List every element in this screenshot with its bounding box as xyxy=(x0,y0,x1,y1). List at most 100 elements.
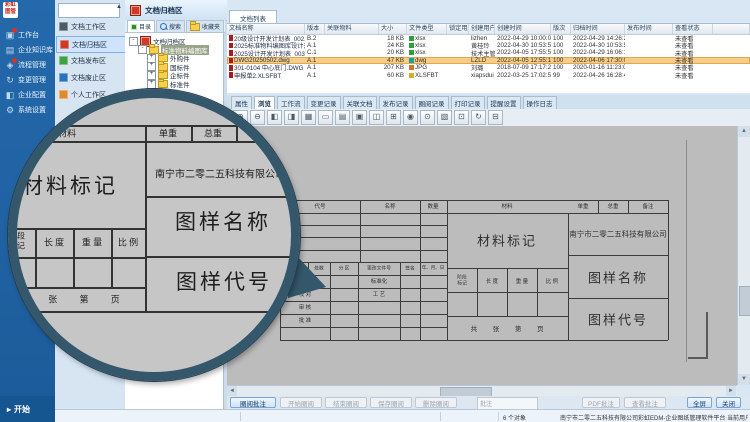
column-header-type[interactable]: 文件类型 xyxy=(407,24,447,34)
change-col-sign: 签名 xyxy=(405,265,415,272)
layers-icon[interactable]: ▤ xyxy=(335,110,350,125)
tree-node[interactable]: +标准件 xyxy=(147,80,190,88)
tree-tab-目录[interactable]: 目录 xyxy=(127,20,155,32)
cell-archived: 2022-04-29 14:26:29 xyxy=(571,35,625,42)
file-type-icon xyxy=(409,43,414,48)
tab-变更记录[interactable]: 变更记录 xyxy=(307,96,341,109)
sidebar-item-label: 企业知识库 xyxy=(18,45,53,55)
scroll-down-icon[interactable]: ▼ xyxy=(738,374,750,385)
button-关闭[interactable]: 关闭 xyxy=(716,397,741,408)
sidebar-item-3[interactable]: ◈流程管理 xyxy=(5,58,55,71)
grid-line xyxy=(280,314,447,315)
workspace-item-icon xyxy=(59,22,68,31)
cell-version: A.1 xyxy=(305,42,325,49)
parts-col-code: 代号 xyxy=(314,202,325,210)
grid-line xyxy=(447,200,448,340)
button-圈阅批注[interactable]: 圈阅批注 xyxy=(230,397,276,408)
drawing-canvas[interactable]: 代号 名称 数量 材料 单重 总重 备注 处数 分 区 更改文件号 签名 年、月… xyxy=(227,126,737,385)
tab-圈阅记录[interactable]: 圈阅记录 xyxy=(415,96,449,109)
expander-icon[interactable]: - xyxy=(129,37,138,46)
dim-weight: 重 量 xyxy=(516,277,528,285)
cell-type: xlsx xyxy=(407,42,447,49)
scroll-up-icon[interactable]: ▲ xyxy=(738,126,750,137)
workspace-item-icon xyxy=(59,73,68,82)
grid-line xyxy=(360,200,361,262)
tab-document-list[interactable]: 文档列表 xyxy=(229,10,277,24)
sort-arrow-icon[interactable]: ▲ xyxy=(116,4,122,10)
button-全屏[interactable]: 全屏 xyxy=(687,397,712,408)
column-header-published[interactable]: 发布时间 xyxy=(625,24,673,34)
grid-line xyxy=(477,268,478,316)
workspace-item-2[interactable]: 文档归档区 xyxy=(56,36,128,53)
sidebar-item-2[interactable]: ▤企业知识库 xyxy=(5,43,55,56)
image-icon[interactable]: ▣ xyxy=(352,110,367,125)
start-button[interactable]: ▸ 开始 xyxy=(0,396,62,422)
grid-line xyxy=(280,213,668,214)
cell-archived: 2022-04-29 16:06:16 xyxy=(571,49,625,56)
vertical-scrollbar[interactable]: ▲ ▼ xyxy=(737,126,750,385)
column-header-name[interactable]: 文档名称 xyxy=(227,24,305,34)
hatch-icon[interactable]: ▧ xyxy=(437,110,452,125)
tab-操作日志[interactable]: 操作日志 xyxy=(523,96,557,109)
column-header-version[interactable]: 版本 xyxy=(305,24,325,34)
grid-line xyxy=(358,262,359,340)
column-header-view-status[interactable]: 查看状态 xyxy=(673,24,713,34)
locate-icon[interactable]: ⊙ xyxy=(420,110,435,125)
workspace-item-3[interactable]: 文档发布区 xyxy=(56,53,126,68)
workspace-search-input[interactable] xyxy=(58,3,120,18)
column-header-filler xyxy=(713,24,750,34)
column-header-creator[interactable]: 创建用户 xyxy=(469,24,495,34)
sidebar-item-1[interactable]: ▣工作台 xyxy=(5,28,55,41)
tree-tab-label: 收藏夹 xyxy=(202,22,220,31)
cell-name: 申报单2.XLSFBT xyxy=(227,71,305,80)
workspace-item-icon xyxy=(60,40,69,49)
compare-icon[interactable]: ◫ xyxy=(369,110,384,125)
tab-关联文档[interactable]: 关联文档 xyxy=(343,96,377,109)
tab-发布记录[interactable]: 发布记录 xyxy=(379,96,413,109)
table-row[interactable]: 申报单2.XLSFBTA.160 KBXLSFBTxiapsdui2022-03… xyxy=(227,72,750,79)
expander-icon[interactable]: - xyxy=(138,45,147,54)
column-header-lock-user[interactable]: 锁定用户 xyxy=(447,24,469,34)
tab-提醒设置[interactable]: 提醒设置 xyxy=(487,96,521,109)
column-header-size[interactable]: 大小 xyxy=(379,24,407,34)
grid-line xyxy=(280,327,447,328)
table-row[interactable]: 301-0104 中心底门.DWGA.1207 KBJPG刘璐2018-07-0… xyxy=(227,64,750,71)
stage-mark-label: 阶段标记 xyxy=(456,275,468,286)
approval-craft: 工 艺 xyxy=(373,290,385,298)
rotate-icon[interactable]: ↻ xyxy=(471,110,486,125)
cell-rev: 100 xyxy=(551,64,571,71)
tree-tab-收藏夹[interactable]: 收藏夹 xyxy=(186,20,224,32)
frame-icon[interactable]: ⊡ xyxy=(454,110,469,125)
cell-size: 207 KB xyxy=(379,64,407,71)
column-header-rev[interactable]: 版次 xyxy=(551,24,571,34)
scroll-left-icon[interactable]: ◄ xyxy=(227,386,237,396)
tree-tab-搜索[interactable]: 搜索 xyxy=(156,20,185,32)
scroll-right-icon[interactable]: ► xyxy=(726,386,736,396)
column-header-archived[interactable]: 归档时间 xyxy=(571,24,625,34)
table-row[interactable]: 2025设计开发计划表_003001...C.120 KBxlsx技术主管202… xyxy=(227,49,750,56)
cell-created: 2022-03-25 17:02:52 xyxy=(495,72,551,79)
tab-打印记录[interactable]: 打印记录 xyxy=(451,96,485,109)
workspace-item-1[interactable]: 文档工作区 xyxy=(56,19,126,34)
vertical-scroll-thumb[interactable] xyxy=(739,286,750,316)
column-header-material[interactable]: 关联物料 xyxy=(325,24,379,34)
grid-line xyxy=(447,316,568,317)
sidebar-item-4[interactable]: ↻变更管理 xyxy=(5,73,55,86)
cell-archived: 2020-01-16 11:23:06 xyxy=(571,64,625,71)
grid-icon[interactable]: ⊞ xyxy=(386,110,401,125)
grid-line xyxy=(280,200,668,201)
column-header-created[interactable]: 创建时间 xyxy=(495,24,551,34)
pan-icon[interactable]: ◉ xyxy=(403,110,418,125)
sheet-edge-line xyxy=(686,140,687,362)
change-col-zone: 分 区 xyxy=(339,265,350,272)
cell-size: 60 KB xyxy=(379,72,407,79)
collapse-icon[interactable]: ⊟ xyxy=(488,110,503,125)
parts-col-material: 材料 xyxy=(501,202,512,210)
line-width-icon[interactable]: ▭ xyxy=(318,110,333,125)
background-color-icon[interactable]: ▦ xyxy=(301,110,316,125)
cell-version: A.1 xyxy=(305,57,325,64)
expander-icon[interactable]: + xyxy=(147,80,156,89)
workspace-item-4[interactable]: 文档废止区 xyxy=(56,70,126,85)
file-type-icon xyxy=(409,65,414,70)
cell-size: 24 KB xyxy=(379,42,407,49)
